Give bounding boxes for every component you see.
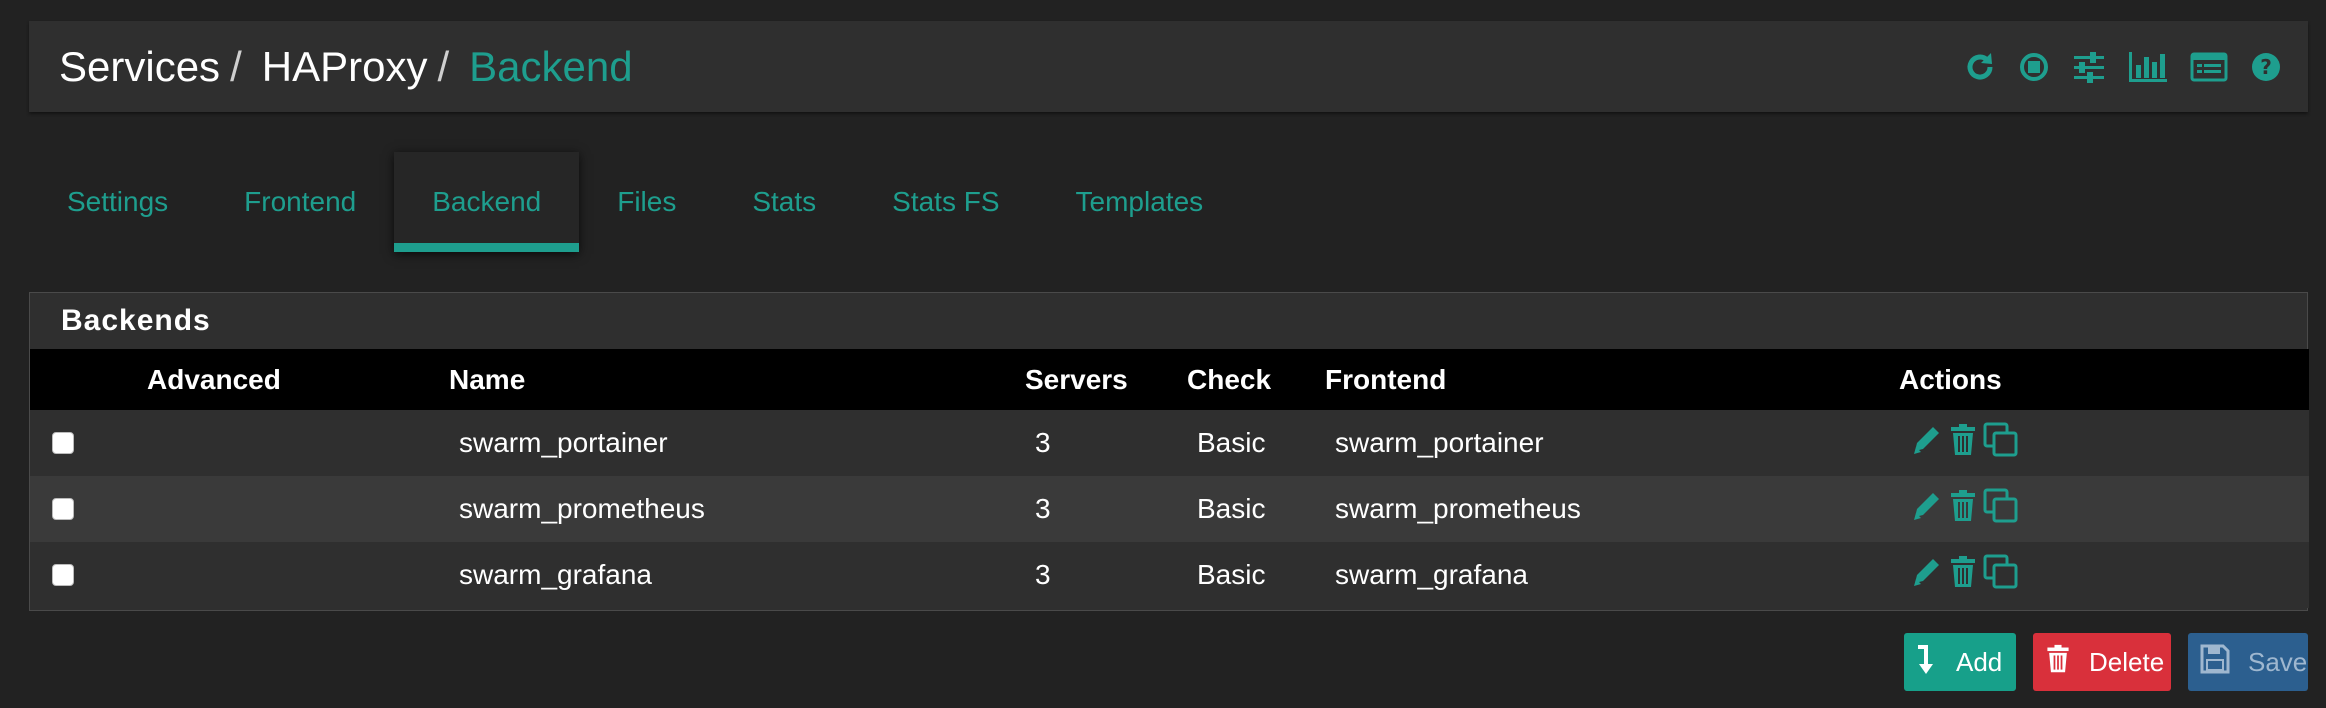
stop-icon[interactable] xyxy=(2018,51,2050,83)
row-actions xyxy=(1899,488,2309,531)
row-actions xyxy=(1899,422,2309,465)
log-list-icon[interactable] xyxy=(2190,52,2228,82)
save-button-label: Save xyxy=(2248,646,2308,677)
table-header-row: Advanced Name Servers Check Frontend Act… xyxy=(30,349,2309,410)
svg-text:?: ? xyxy=(2260,55,2272,79)
row-checkbox[interactable] xyxy=(52,498,74,520)
tab-backend[interactable]: Backend xyxy=(394,152,580,252)
trash-icon xyxy=(2045,644,2071,681)
breadcrumb-backend[interactable]: Backend xyxy=(469,43,632,91)
advanced-cell xyxy=(147,542,449,608)
trash-icon[interactable] xyxy=(1949,555,1977,596)
header-check: Check xyxy=(1187,363,1272,395)
breadcrumb-separator: / xyxy=(230,42,242,90)
breadcrumb-separator: / xyxy=(437,42,450,90)
save-button[interactable]: Save xyxy=(2188,633,2308,691)
frontend-name: swarm_grafana xyxy=(1335,559,1528,590)
sliders-icon[interactable] xyxy=(2072,51,2106,83)
trash-icon[interactable] xyxy=(1949,423,1977,464)
level-down-icon xyxy=(1916,643,1938,682)
header-advanced: Advanced xyxy=(147,363,281,395)
edit-icon[interactable] xyxy=(1911,555,1943,596)
panel-title: Backends xyxy=(61,304,211,337)
copy-icon[interactable] xyxy=(1983,554,2019,597)
edit-icon[interactable] xyxy=(1911,489,1943,530)
backend-name: swarm_prometheus xyxy=(459,493,705,524)
table-row: swarm_portainer 3 Basic swarm_portainer xyxy=(30,410,2309,476)
edit-icon[interactable] xyxy=(1911,423,1943,464)
row-checkbox[interactable] xyxy=(52,564,74,586)
copy-icon[interactable] xyxy=(1983,422,2019,465)
tab-bar: Settings Frontend Backend Files Stats St… xyxy=(29,152,1241,252)
tab-stats-fs[interactable]: Stats FS xyxy=(854,152,1037,252)
tab-files[interactable]: Files xyxy=(579,152,714,252)
header-toolbar: ? xyxy=(1964,21,2282,112)
backends-panel: Backends Advanced Name Servers Check Fro… xyxy=(29,292,2309,611)
header-actions: Actions xyxy=(1899,363,2002,395)
frontend-name: swarm_portainer xyxy=(1335,427,1544,458)
header-select xyxy=(30,349,147,410)
servers-count: 3 xyxy=(1035,559,1051,590)
header-frontend: Frontend xyxy=(1325,363,1447,395)
breadcrumb-services[interactable]: Services xyxy=(59,43,220,91)
page-header: Services / HAProxy / Backend ? xyxy=(29,21,2308,112)
check-type: Basic xyxy=(1197,493,1266,524)
action-buttons: Add Delete Save xyxy=(1904,633,2308,691)
row-actions xyxy=(1899,554,2309,597)
tab-templates[interactable]: Templates xyxy=(1038,152,1242,252)
copy-icon[interactable] xyxy=(1983,488,2019,531)
add-button[interactable]: Add xyxy=(1904,633,2016,691)
header-servers: Servers xyxy=(1025,363,1128,395)
breadcrumb: Services / HAProxy / Backend xyxy=(59,43,633,91)
advanced-cell xyxy=(147,476,449,542)
delete-button[interactable]: Delete xyxy=(2033,633,2171,691)
backends-table: Advanced Name Servers Check Frontend Act… xyxy=(30,349,2309,608)
delete-button-label: Delete xyxy=(2089,646,2165,677)
reload-icon[interactable] xyxy=(1964,51,1996,83)
header-name: Name xyxy=(449,363,526,395)
table-row: swarm_grafana 3 Basic swarm_grafana xyxy=(30,542,2309,608)
save-disk-icon xyxy=(2200,644,2230,681)
tab-stats[interactable]: Stats xyxy=(714,152,854,252)
check-type: Basic xyxy=(1197,427,1266,458)
frontend-name: swarm_prometheus xyxy=(1335,493,1581,524)
advanced-cell xyxy=(147,410,449,476)
servers-count: 3 xyxy=(1035,427,1051,458)
tab-settings[interactable]: Settings xyxy=(29,152,206,252)
tab-frontend[interactable]: Frontend xyxy=(206,152,394,252)
help-icon[interactable]: ? xyxy=(2250,51,2282,83)
backend-name: swarm_grafana xyxy=(459,559,652,590)
bar-chart-icon[interactable] xyxy=(2128,51,2168,83)
backend-name: swarm_portainer xyxy=(459,427,668,458)
check-type: Basic xyxy=(1197,559,1266,590)
add-button-label: Add xyxy=(1956,646,2003,677)
row-checkbox[interactable] xyxy=(52,432,74,454)
trash-icon[interactable] xyxy=(1949,489,1977,530)
servers-count: 3 xyxy=(1035,493,1051,524)
breadcrumb-haproxy[interactable]: HAProxy xyxy=(262,43,428,91)
table-row: swarm_prometheus 3 Basic swarm_prometheu… xyxy=(30,476,2309,542)
